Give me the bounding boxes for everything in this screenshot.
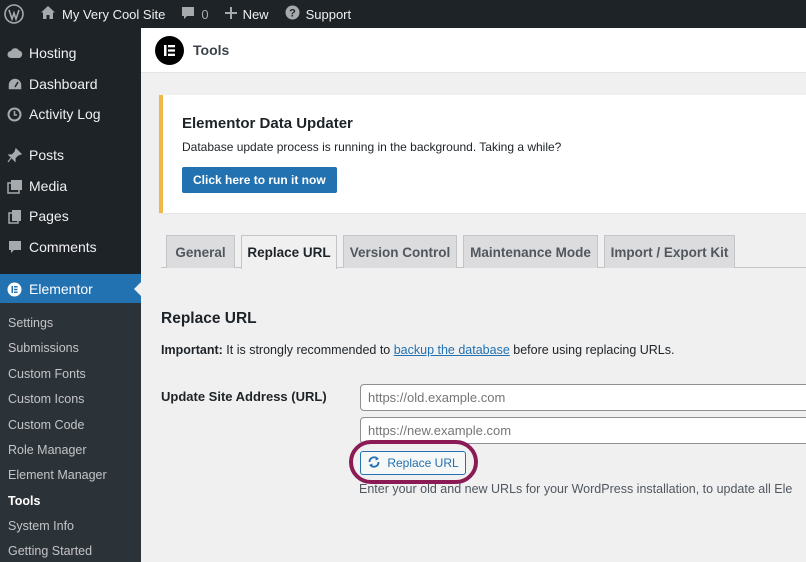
elementor-submenu: Settings Submissions Custom Fonts Custom…	[0, 303, 141, 562]
replace-url-button[interactable]: Replace URL	[360, 451, 466, 475]
sidebar-item-label: Media	[29, 178, 68, 194]
submenu-item-element-manager[interactable]: Element Manager	[8, 468, 107, 482]
submenu-item-settings[interactable]: Settings	[8, 316, 53, 330]
backup-database-link[interactable]: backup the database	[394, 343, 510, 357]
notice-text: Database update process is running in th…	[182, 140, 562, 154]
tools-tabs: General Replace URL Version Control Main…	[161, 235, 806, 269]
elementor-icon	[0, 282, 29, 297]
important-label: Important:	[161, 343, 223, 357]
site-name-link[interactable]: My Very Cool Site	[32, 0, 173, 28]
important-rest: before using replacing URLs.	[509, 343, 675, 357]
new-url-input[interactable]	[360, 417, 806, 444]
submenu-item-submissions[interactable]: Submissions	[8, 341, 79, 355]
submenu-item-tools[interactable]: Tools	[8, 494, 40, 508]
sidebar-item-label: Activity Log	[29, 106, 101, 122]
active-menu-arrow	[134, 282, 141, 296]
pages-icon	[0, 209, 29, 224]
tab-version-control[interactable]: Version Control	[343, 235, 457, 268]
sidebar-item-label: Hosting	[29, 45, 77, 61]
sidebar-item-media[interactable]: Media	[0, 171, 141, 201]
replace-url-button-label: Replace URL	[387, 456, 459, 470]
page-title: Tools	[193, 42, 230, 58]
section-title: Replace URL	[161, 310, 257, 327]
sidebar-item-comments[interactable]: Comments	[0, 232, 141, 262]
tab-import-export-kit[interactable]: Import / Export Kit	[604, 235, 735, 268]
media-icon	[0, 179, 29, 194]
help-icon: ?	[285, 5, 300, 23]
admin-bar: My Very Cool Site 0 New ? Support	[0, 0, 806, 28]
support-link[interactable]: ? Support	[277, 0, 360, 28]
sidebar-item-activity-log[interactable]: Activity Log	[0, 99, 141, 129]
sidebar-item-dashboard[interactable]: Dashboard	[0, 69, 141, 99]
pin-icon	[0, 147, 29, 163]
admin-sidebar: Hosting Dashboard Activity Log Posts Med…	[0, 28, 141, 562]
run-updater-button[interactable]: Click here to run it now	[182, 167, 337, 193]
tab-general[interactable]: General	[166, 235, 235, 268]
sidebar-item-label: Elementor	[29, 281, 93, 297]
tab-replace-url[interactable]: Replace URL	[241, 235, 337, 269]
sidebar-item-posts[interactable]: Posts	[0, 140, 141, 170]
elementor-logo-icon	[155, 35, 184, 65]
old-url-input[interactable]	[360, 384, 806, 411]
replace-url-description: Enter your old and new URLs for your Wor…	[359, 482, 793, 496]
home-icon	[40, 5, 56, 23]
comment-bubble-icon	[181, 6, 195, 23]
support-label: Support	[305, 6, 352, 22]
submenu-item-custom-fonts[interactable]: Custom Fonts	[8, 367, 86, 381]
comments-count: 0	[201, 6, 209, 22]
history-icon	[0, 107, 29, 122]
new-label: New	[242, 6, 269, 22]
data-updater-notice: Elementor Data Updater Database update p…	[159, 95, 806, 213]
wordpress-logo-icon[interactable]	[0, 0, 28, 28]
sidebar-item-hosting[interactable]: Hosting	[0, 38, 141, 68]
sidebar-item-label: Posts	[29, 147, 65, 163]
important-notice: Important: It is strongly recommended to…	[161, 343, 674, 357]
sidebar-item-label: Dashboard	[29, 76, 98, 92]
new-content-link[interactable]: New	[217, 0, 277, 28]
dashboard-icon	[0, 77, 29, 91]
update-site-address-label: Update Site Address (URL)	[161, 389, 327, 404]
page-header: Tools	[141, 28, 806, 73]
comments-link[interactable]: 0	[173, 0, 216, 28]
comment-icon	[0, 240, 29, 254]
sidebar-item-elementor[interactable]: Elementor	[0, 274, 141, 304]
plus-icon	[224, 6, 237, 22]
submenu-item-custom-code[interactable]: Custom Code	[8, 418, 84, 432]
cloud-icon	[0, 47, 29, 59]
refresh-icon	[367, 455, 387, 472]
sidebar-item-label: Pages	[29, 208, 69, 224]
submenu-item-role-manager[interactable]: Role Manager	[8, 443, 87, 457]
sidebar-item-label: Comments	[29, 239, 97, 255]
site-name-label: My Very Cool Site	[62, 6, 166, 22]
notice-title: Elementor Data Updater	[182, 115, 353, 132]
submenu-item-getting-started[interactable]: Getting Started	[8, 544, 92, 558]
submenu-item-custom-icons[interactable]: Custom Icons	[8, 392, 84, 406]
important-text: It is strongly recommended to	[222, 343, 394, 357]
svg-text:?: ?	[289, 8, 296, 20]
sidebar-item-pages[interactable]: Pages	[0, 201, 141, 231]
tab-maintenance-mode[interactable]: Maintenance Mode	[463, 235, 598, 268]
submenu-item-system-info[interactable]: System Info	[8, 519, 74, 533]
